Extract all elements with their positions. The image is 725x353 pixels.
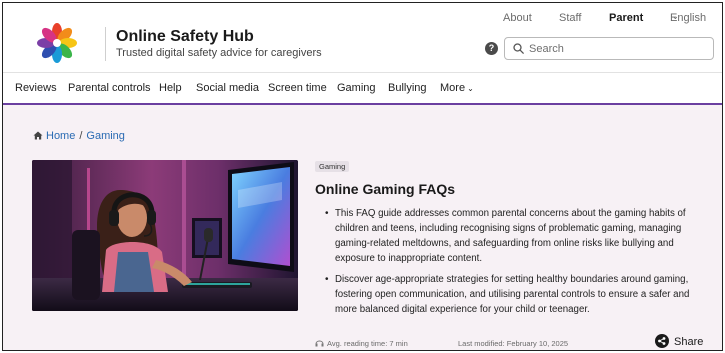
article-summary: This FAQ guide addresses common parental…: [323, 206, 693, 323]
reading-time-text: Avg. reading time: 7 min: [327, 339, 408, 348]
nav-item-parental-controls[interactable]: Parental controls: [68, 82, 151, 94]
share-icon: [655, 334, 669, 348]
reading-time: Avg. reading time: 7 min: [315, 339, 408, 348]
nav-item-bullying[interactable]: Bullying: [388, 82, 427, 94]
list-item: This FAQ guide addresses common parental…: [323, 206, 693, 266]
category-tag[interactable]: Gaming: [315, 161, 350, 172]
nav-item-more[interactable]: More ⌄: [440, 82, 474, 94]
search-box[interactable]: [504, 37, 714, 60]
nav-more-label: More: [440, 82, 466, 94]
brand-divider: [105, 27, 106, 61]
help-icon[interactable]: ?: [485, 42, 498, 55]
hero-image: [32, 160, 298, 311]
headphones-icon: [315, 340, 324, 347]
page-frame: Online Safety Hub Trusted digital safety…: [2, 2, 723, 351]
nav-item-screen-time[interactable]: Screen time: [268, 82, 327, 94]
nav-item-help[interactable]: Help: [159, 82, 182, 94]
search-input[interactable]: [529, 40, 709, 57]
breadcrumb: Home / Gaming: [33, 130, 125, 142]
nav-item-reviews[interactable]: Reviews: [15, 82, 57, 94]
chevron-down-icon: ⌄: [672, 12, 679, 21]
main-nav: Reviews Parental controls Help Social me…: [3, 72, 722, 105]
site-title[interactable]: Online Safety Hub: [116, 28, 254, 46]
nav-item-social-media[interactable]: Social media: [196, 82, 259, 94]
breadcrumb-current[interactable]: Gaming: [86, 130, 125, 142]
utility-links: About Staff Parent English ⌄: [3, 12, 722, 28]
last-modified: Last modified: February 10, 2025: [458, 339, 569, 348]
chevron-down-icon: ⌄: [467, 84, 474, 93]
article-title[interactable]: Online Gaming FAQs: [315, 181, 455, 197]
site-header: Online Safety Hub Trusted digital safety…: [3, 3, 722, 72]
list-item: Discover age-appropriate strategies for …: [323, 272, 693, 317]
share-label: Share: [674, 336, 704, 348]
nav-item-gaming[interactable]: Gaming: [337, 82, 376, 94]
breadcrumb-home[interactable]: Home: [46, 130, 75, 142]
site-tagline: Trusted digital safety advice for caregi…: [116, 47, 322, 59]
search-icon: [513, 43, 524, 54]
about-link[interactable]: About: [503, 12, 532, 24]
parent-link[interactable]: Parent: [609, 12, 643, 24]
home-icon: [33, 131, 43, 140]
staff-link[interactable]: Staff: [559, 12, 581, 24]
main-content: Home / Gaming Gaming Online Gaming FAQs …: [3, 105, 722, 350]
share-button[interactable]: Share: [655, 334, 703, 348]
breadcrumb-separator: /: [79, 130, 83, 142]
